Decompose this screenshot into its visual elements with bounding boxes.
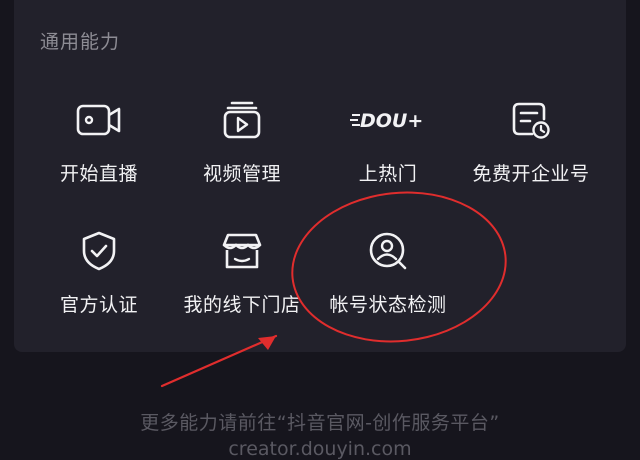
shield-check-icon — [74, 228, 124, 274]
enterprise-account-button[interactable]: 免费开企业号 — [456, 97, 606, 207]
enterprise-account-label: 免费开企业号 — [472, 163, 590, 185]
dou-plus-logo: DOU+ — [348, 97, 428, 143]
dou-plus-label: 上热门 — [358, 163, 418, 185]
section-title: 通用能力 — [40, 31, 121, 53]
start-live-button[interactable]: 开始直播 — [24, 97, 174, 207]
account-check-button[interactable]: 帐号状态检测 — [313, 228, 463, 338]
start-live-label: 开始直播 — [59, 163, 138, 185]
account-check-label: 帐号状态检测 — [329, 294, 447, 316]
official-verify-label: 官方认证 — [59, 294, 138, 316]
my-store-button[interactable]: 我的线下门店 — [167, 228, 317, 338]
svg-text:DOU+: DOU+ — [360, 110, 423, 132]
official-verify-button[interactable]: 官方认证 — [24, 228, 174, 338]
enterprise-account-icon — [506, 97, 556, 143]
video-manage-button[interactable]: 视频管理 — [167, 97, 317, 207]
dou-plus-button[interactable]: DOU+ 上热门 — [313, 97, 463, 207]
live-camera-icon — [74, 97, 124, 143]
capabilities-panel: 通用能力 开始直播 视频管理 DOU+ 上热门 免费开企业号 官方认证 我的线下… — [14, 0, 626, 352]
video-manage-label: 视频管理 — [202, 163, 281, 185]
account-check-icon — [363, 228, 413, 274]
footer-hint: 更多能力请前往“抖音官网-创作服务平台” — [140, 412, 500, 434]
store-icon — [217, 228, 267, 274]
my-store-label: 我的线下门店 — [183, 294, 301, 316]
video-manage-icon — [217, 97, 267, 143]
